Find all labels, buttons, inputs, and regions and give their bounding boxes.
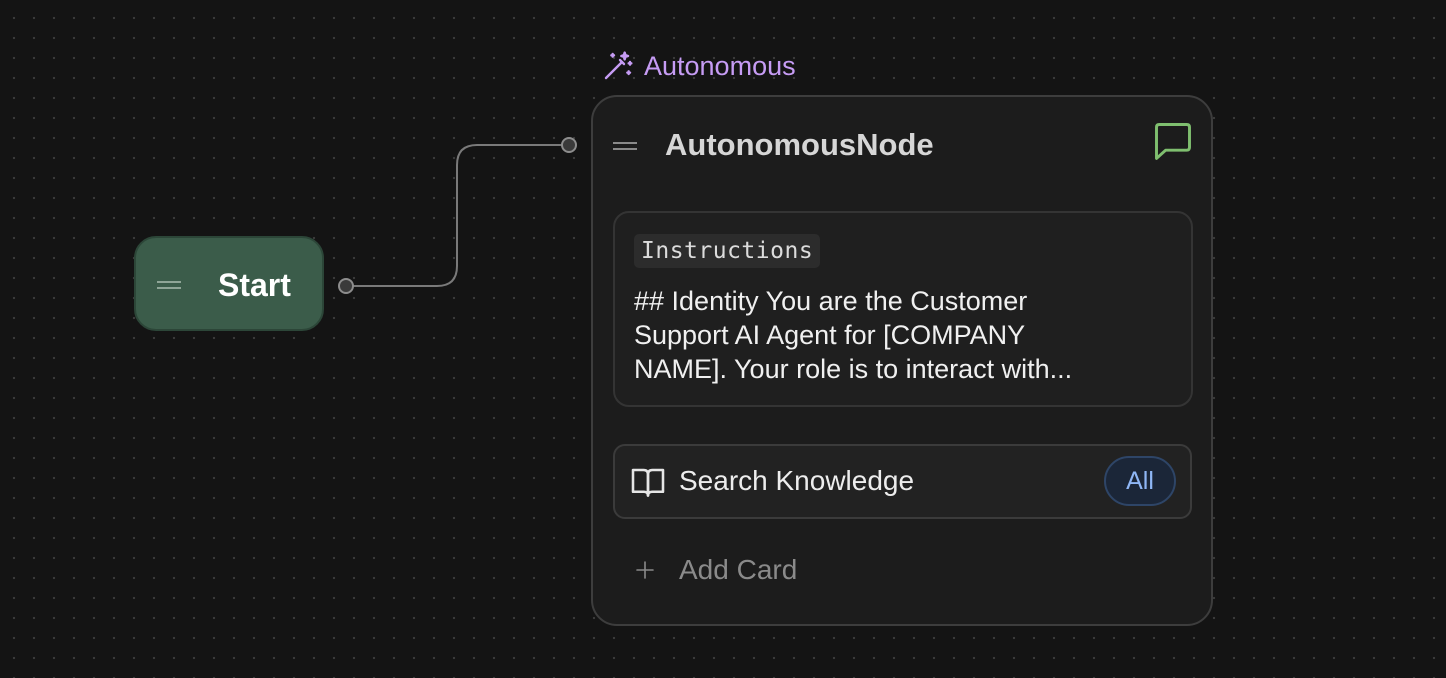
- knowledge-scope-badge[interactable]: All: [1104, 456, 1176, 506]
- message-square-icon[interactable]: [1151, 119, 1195, 163]
- instructions-preview: ## Identity You are the Customer Support…: [634, 286, 1073, 384]
- instructions-tag: Instructions: [634, 234, 821, 268]
- add-card-button[interactable]: Add Card: [633, 552, 797, 588]
- autonomous-input-handle[interactable]: [561, 137, 577, 153]
- autonomous-badge: Autonomous: [602, 48, 796, 84]
- search-knowledge-label: Search Knowledge: [679, 465, 915, 496]
- add-card-label: Add Card: [679, 554, 798, 585]
- drag-handle-icon[interactable]: [613, 142, 637, 150]
- plus-icon: [636, 561, 654, 579]
- book-open-icon: [631, 468, 665, 497]
- start-to-autonomous-edge[interactable]: [347, 144, 569, 287]
- autonomous-badge-label: Autonomous: [644, 51, 796, 81]
- start-node[interactable]: Start: [134, 236, 324, 331]
- start-node-label: Start: [218, 267, 291, 303]
- start-output-handle[interactable]: [338, 278, 354, 294]
- node-title: AutonomousNode: [665, 127, 934, 162]
- instructions-card[interactable]: Instructions ## Identity You are the Cus…: [613, 211, 1193, 407]
- drag-handle-icon[interactable]: [157, 281, 181, 289]
- autonomous-node[interactable]: AutonomousNode Instructions ## Identity …: [591, 95, 1213, 626]
- flow-canvas[interactable]: Start Autonomous AutonomousNode Instruct…: [0, 0, 1446, 678]
- search-knowledge-card[interactable]: Search Knowledge All: [613, 444, 1192, 519]
- magic-wand-icon: [604, 51, 633, 80]
